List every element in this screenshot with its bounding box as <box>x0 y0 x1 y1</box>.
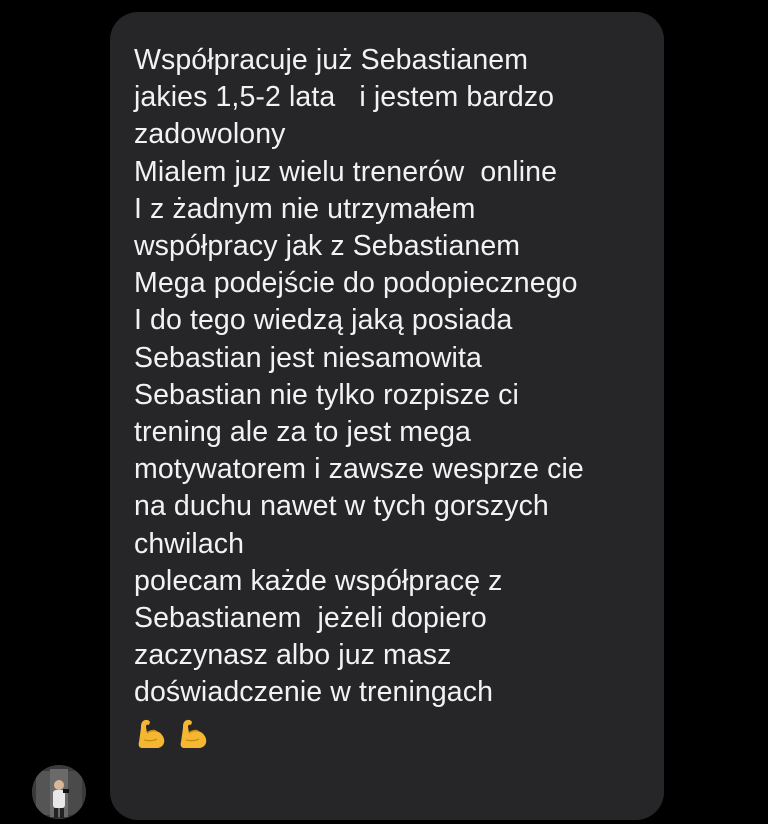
flexed-biceps-icon <box>134 716 168 750</box>
message-line: Mega podejście do podopiecznego <box>134 267 578 300</box>
message-line: Współpracuje już Sebastianem <box>134 44 529 76</box>
message-line: Sebastian jest niesamowita <box>134 341 482 374</box>
message-line: jakies 1,5-2 lata i jestem bardzo <box>134 81 555 114</box>
message-line: doświadczenie w treningach <box>134 676 494 709</box>
emoji-row <box>134 716 644 756</box>
message-line: Sebastian nie tylko rozpisze ci <box>134 378 519 411</box>
message-line: chwilach <box>134 527 245 560</box>
avatar-photo <box>32 765 86 819</box>
message-line: polecam każde współpracę z <box>134 564 503 597</box>
message-line: zadowolony <box>134 118 286 151</box>
flexed-biceps-icon <box>176 716 210 750</box>
message-line: I z żadnym nie utrzymałem <box>134 192 476 225</box>
message-line: motywatorem i zawsze wesprze cie <box>134 453 584 486</box>
message-line: Mialem juz wielu trenerów online <box>134 155 558 188</box>
message-line: zaczynasz albo juz masz <box>134 639 452 672</box>
message-line: współpracy jak z Sebastianem <box>134 230 521 263</box>
message-line: Sebastianem jeżeli dopiero <box>134 602 487 635</box>
chat-thread: Współpracuje już Sebastianem jakies 1,5-… <box>0 0 768 824</box>
avatar[interactable] <box>32 765 86 819</box>
message-line: trening ale za to jest mega <box>134 416 471 449</box>
message-line: I do tego wiedzą jaką posiada <box>134 304 513 337</box>
message-bubble[interactable]: Współpracuje już Sebastianem jakies 1,5-… <box>110 12 664 820</box>
message-line: na duchu nawet w tych gorszych <box>134 490 549 523</box>
